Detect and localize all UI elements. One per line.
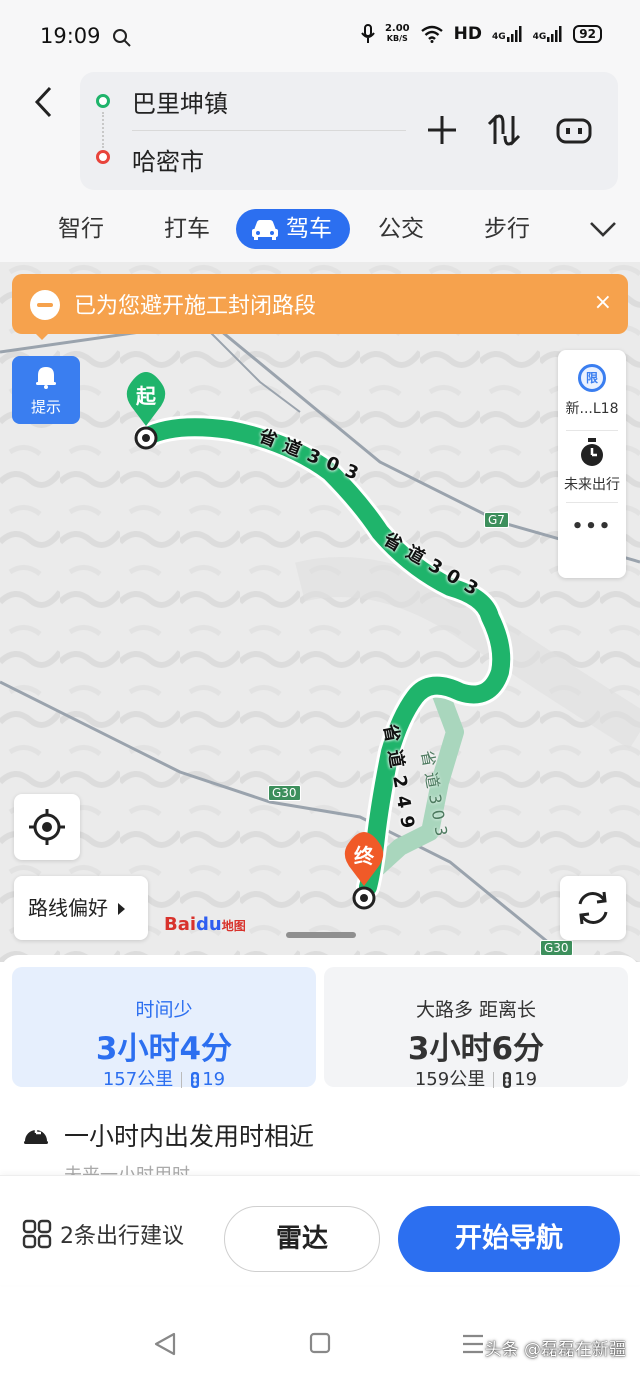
add-waypoint-icon[interactable] [422,110,462,150]
route-header: 巴里坤镇 哈密市 智行 打车 驾车 公交 步行 [0,72,640,262]
caret-right-icon [118,903,126,915]
route-input-box: 巴里坤镇 哈密市 [80,72,618,190]
chevron-down-icon[interactable] [588,219,618,239]
drag-handle[interactable] [286,932,356,938]
route-option-card[interactable]: 时间少 3小时4分 157公里 19 [12,967,316,1090]
route-duration: 3小时6分 [407,1031,545,1067]
panel-divider [566,502,618,503]
grid-icon [22,1219,52,1249]
hd-indicator: HD [453,24,482,44]
menu-lines-icon[interactable] [460,1331,486,1357]
route-option-card[interactable]: 大路多 距离长 3小时6分 159公里 19 [324,967,628,1090]
back-arrow-icon[interactable] [28,82,62,122]
start-pin: 起 [122,372,170,428]
tab-drive-label: 驾车 [286,216,332,242]
start-pin-label: 起 [136,384,156,408]
route-distance: 157公里 [102,1069,174,1090]
traffic-light-icon [503,1072,512,1088]
back-triangle-icon[interactable] [152,1331,178,1357]
restriction-badge: 限 [578,364,606,392]
stopwatch-icon [581,438,603,466]
microphone-icon [361,24,375,43]
traffic-light-icon [191,1072,200,1088]
route-lights: 19 [202,1069,226,1090]
travel-mode-tabs: 智行 打车 驾车 公交 步行 [0,205,640,253]
close-icon[interactable]: × [594,290,612,315]
refresh-icon [578,891,608,925]
travel-suggestions[interactable]: 2条出行建议 [22,1218,184,1250]
clock-icon [24,1127,48,1144]
origin-dot-icon [96,94,110,108]
watermark: 头条 @磊磊在新疆 [484,1340,626,1360]
destination-dot-icon [96,150,110,164]
highway-g7-label: G7 [484,512,509,528]
hint-label: 提示 [30,398,61,416]
tab-taxi[interactable]: 打车 [164,209,210,249]
hint-button[interactable]: 提示 [12,356,80,424]
net-speed: 2.00 KB/S [384,23,410,44]
swap-route-icon[interactable] [485,110,525,150]
future-travel-label: 未来出行 [564,477,620,493]
map-canvas [0,262,640,962]
map-controls-panel: 限 新...L18 未来出行 ••• [558,350,626,578]
route-meta: 157公里 19 [12,1065,316,1091]
status-bar: 19:09 2.00 KB/S HD 4G 4G 92 [0,0,640,72]
signal-4g-icon: 4G [533,26,564,42]
refresh-route-button[interactable] [560,876,626,940]
bell-icon [36,367,56,389]
panel-divider [566,430,618,431]
route-lights: 19 [514,1069,538,1090]
route-distance: 159公里 [414,1069,486,1090]
route-tag: 大路多 距离长 [415,999,537,1021]
locate-button[interactable] [14,794,80,860]
route-divider [132,130,406,131]
crosshair-icon [29,809,65,845]
destination-field[interactable]: 哈密市 [132,142,204,177]
route-tag: 时间少 [135,999,193,1021]
route-connector [102,112,104,148]
route-preference-button[interactable]: 路线偏好 [14,876,148,940]
start-navigation-button[interactable]: 开始导航 [398,1206,620,1272]
tab-smart[interactable]: 智行 [58,209,104,249]
future-title: 一小时内出发用时相近 [64,1122,315,1151]
baidu-map-logo: Baidu地图 [164,914,246,935]
end-pin: 终 [340,832,388,888]
status-time: 19:09 [40,24,101,48]
no-entry-icon [30,290,60,320]
traffic-restriction-button[interactable]: 限 新...L18 [558,364,626,418]
home-square-icon[interactable] [308,1331,332,1355]
map-view[interactable]: 省道303 省道303 省道249 省道303 G7 G30 G30 已为您避开… [0,262,640,962]
tab-walk[interactable]: 步行 [484,209,530,249]
radar-button[interactable]: 雷达 [224,1206,380,1272]
route-panel: 时间少 3小时4分 157公里 19 大路多 距离长 3小时6分 159公里 19 … [0,955,640,1386]
search-icon [113,29,131,47]
notice-text: 已为您避开施工封闭路段 [74,294,317,319]
wifi-icon [420,25,443,43]
status-icons: 2.00 KB/S HD 4G 4G 92 [361,24,602,44]
tab-bus[interactable]: 公交 [378,209,424,249]
notice-pointer [34,332,50,340]
highway-g30-label: G30 [540,940,573,956]
route-preference-label: 路线偏好 [28,896,108,920]
origin-field[interactable]: 巴里坤镇 [132,84,228,119]
route-meta: 159公里 19 [324,1065,628,1091]
future-departure-row[interactable]: 一小时内出发用时相近 未来一小时用时 [22,1115,622,1179]
tab-drive[interactable]: 驾车 [236,209,350,249]
restriction-label: 新...L18 [565,401,619,417]
car-owner-icon[interactable] [554,110,594,150]
more-options-icon[interactable]: ••• [558,516,626,537]
suggestions-label: 2条出行建议 [60,1224,184,1249]
battery-indicator: 92 [573,25,602,43]
route-duration: 3小时4分 [95,1031,233,1067]
highway-g30-label: G30 [268,785,301,801]
construction-notice: 已为您避开施工封闭路段 × [12,274,628,334]
car-icon [252,220,278,240]
action-bar: 2条出行建议 雷达 开始导航 [0,1175,640,1285]
end-pin-label: 终 [354,844,374,868]
future-travel-button[interactable]: 未来出行 [558,438,626,494]
system-nav-bar: 头条 @磊磊在新疆 [0,1295,640,1385]
signal-4g-icon: 4G [492,26,523,42]
